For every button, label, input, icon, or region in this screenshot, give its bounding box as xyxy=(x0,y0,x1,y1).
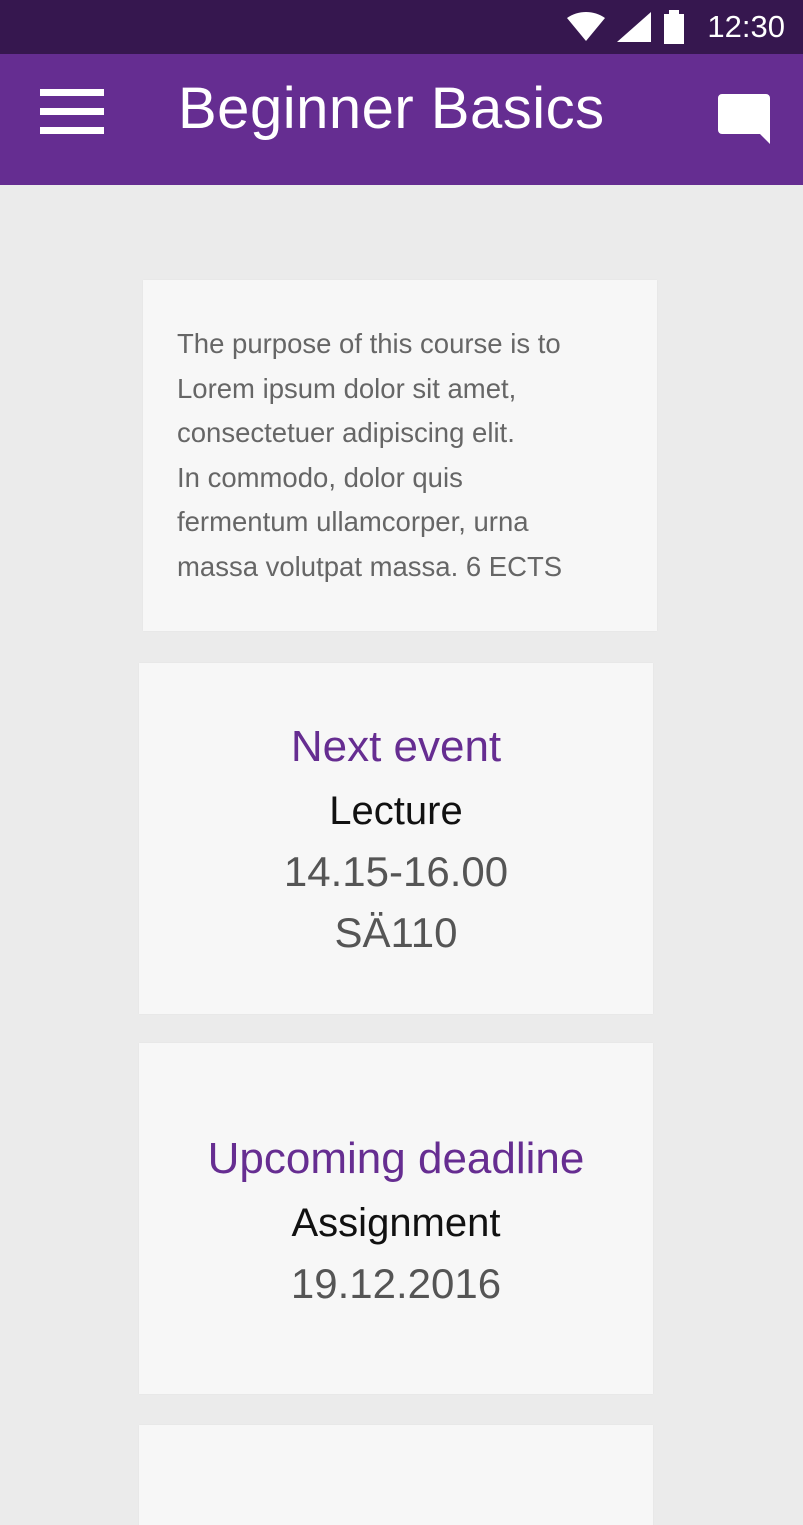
course-description-card: The purpose of this course is to Lorem i… xyxy=(143,280,657,631)
event-room: SÄ110 xyxy=(334,909,458,956)
event-type: Lecture xyxy=(329,789,463,833)
next-event-heading: Next event xyxy=(290,722,502,771)
course-screen: 12:30 Beginner Basics The purpose of thi… xyxy=(0,0,803,1525)
menu-button[interactable] xyxy=(38,88,104,136)
course-description: The purpose of this course is to Lorem i… xyxy=(177,328,563,582)
deadline-date: 19.12.2016 xyxy=(290,1260,502,1307)
deadline-type: Assignment xyxy=(291,1201,501,1245)
partial-card[interactable] xyxy=(139,1425,653,1525)
status-icons: 12:30 xyxy=(567,0,785,54)
event-time: 14.15-16.00 xyxy=(283,848,509,895)
chat-button[interactable] xyxy=(718,94,774,146)
status-bar: 12:30 xyxy=(0,0,803,54)
app-bar: Beginner Basics xyxy=(0,54,803,185)
deadline-heading: Upcoming deadline xyxy=(207,1134,585,1183)
chat-bubble-icon xyxy=(718,94,770,144)
cell-signal-icon xyxy=(617,12,652,42)
next-event-card[interactable]: Next event Lecture 14.15-16.00 SÄ110 xyxy=(139,663,653,1014)
status-time: 12:30 xyxy=(707,9,785,44)
page-title: Beginner Basics xyxy=(178,76,605,141)
wifi-icon xyxy=(567,12,606,41)
battery-icon xyxy=(664,10,685,44)
upcoming-deadline-card[interactable]: Upcoming deadline Assignment 19.12.2016 xyxy=(139,1043,653,1394)
